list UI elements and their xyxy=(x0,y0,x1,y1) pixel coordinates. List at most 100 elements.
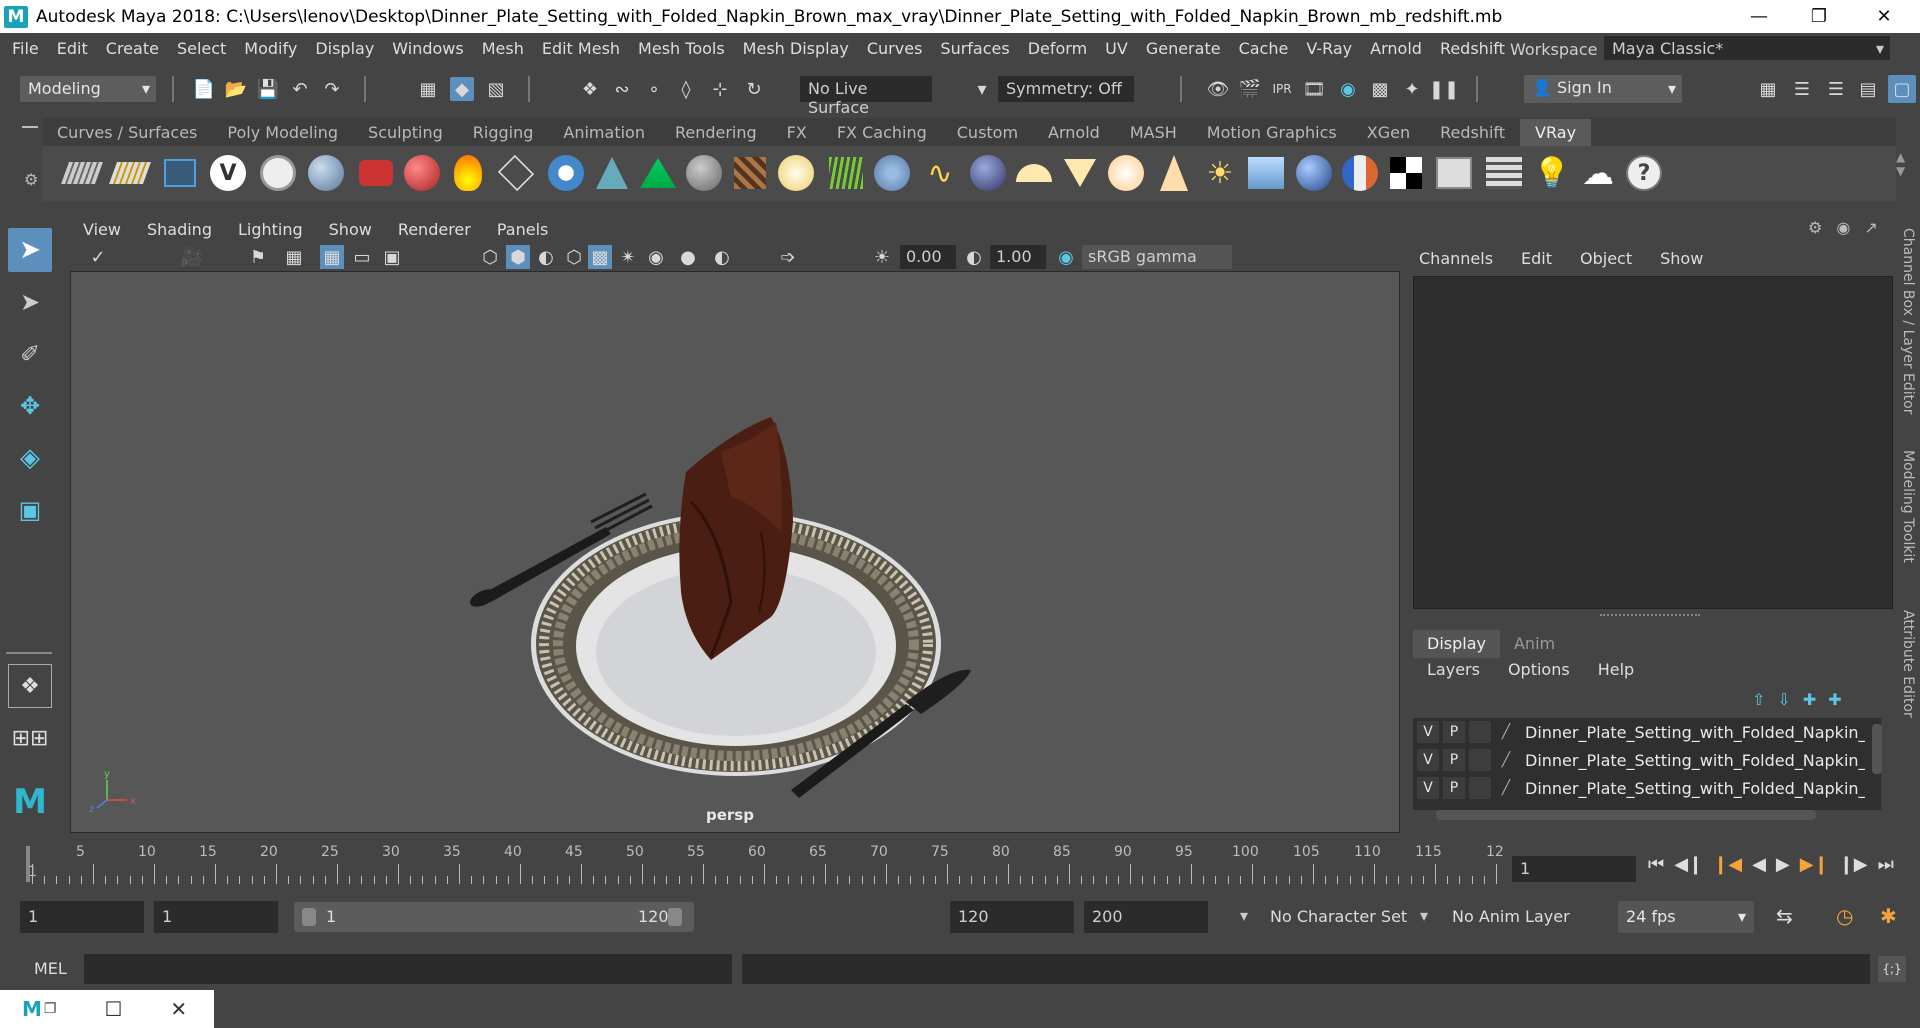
playback-start-field[interactable]: 1 xyxy=(154,901,278,933)
vray-checker-icon[interactable] xyxy=(1384,152,1428,194)
shelf-tab-arnold[interactable]: Arnold xyxy=(1033,119,1115,146)
color-management-icon[interactable]: ◉ xyxy=(1054,245,1078,269)
range-end-handle[interactable] xyxy=(668,908,682,926)
isolate-select-icon[interactable]: ● xyxy=(676,245,700,269)
wireframe-shaded-icon[interactable]: ⬡ xyxy=(478,245,502,269)
viewport-menu-shading[interactable]: Shading xyxy=(134,220,225,239)
layer-row[interactable]: V P ╱ Dinner_Plate_Setting_with_Folded_N… xyxy=(1413,718,1881,746)
vray-camera-icon[interactable] xyxy=(354,152,398,194)
wireframe-icon[interactable]: ▦ xyxy=(320,245,344,269)
save-scene-icon[interactable]: 💾 xyxy=(256,77,280,101)
minimize-button[interactable]: — xyxy=(1730,0,1788,33)
xray-icon[interactable]: ▩ xyxy=(588,245,612,269)
lasso-tool-icon[interactable]: ➤ xyxy=(8,280,52,324)
snap-point-icon[interactable]: ∘ xyxy=(642,77,666,101)
maya-m-icon[interactable]: M xyxy=(8,780,52,824)
select-hierarchy-icon[interactable]: ▦ xyxy=(416,77,440,101)
vray-frame-buffer-icon[interactable] xyxy=(158,152,202,194)
step-back-key-icon[interactable]: ❙◀ xyxy=(1713,854,1742,875)
menu-curves[interactable]: Curves xyxy=(858,39,932,58)
side-tab-attribute-editor[interactable]: Attribute Editor xyxy=(1900,610,1916,718)
layer-name[interactable]: Dinner_Plate_Setting_with_Folded_Napkin_… xyxy=(1525,779,1865,798)
vray-light-lister-icon[interactable]: 💡 xyxy=(1530,152,1574,194)
scale-tool-icon[interactable]: ▣ xyxy=(8,488,52,532)
select-tool-icon[interactable]: ➤ xyxy=(8,228,52,272)
light-editor-icon[interactable]: ✦ xyxy=(1400,77,1424,101)
move-layer-up-icon[interactable]: ⇧ xyxy=(1752,690,1765,709)
vray-sphere-fade-icon[interactable] xyxy=(682,152,726,194)
exposure-field[interactable]: 0.00 xyxy=(900,245,956,269)
vray-ipr-icon[interactable] xyxy=(108,152,152,194)
maximize-icon[interactable]: ☐ xyxy=(104,997,122,1021)
channel-box-menu-object[interactable]: Object xyxy=(1566,249,1646,268)
animation-start-field[interactable]: 1 xyxy=(20,901,144,933)
move-layer-down-icon[interactable]: ⇩ xyxy=(1777,690,1790,709)
pause-icon[interactable]: ❚❚ xyxy=(1429,77,1459,101)
menu-mesh[interactable]: Mesh xyxy=(473,39,533,58)
shelf-tab-fx-caching[interactable]: FX Caching xyxy=(822,119,942,146)
new-scene-icon[interactable]: 📄 xyxy=(192,77,216,101)
layer-editor-icon[interactable]: ▢ xyxy=(1888,75,1916,103)
hypershade-icon[interactable]: ◉ xyxy=(1336,77,1360,101)
step-back-icon[interactable]: ◀❙ xyxy=(1674,854,1703,875)
render-frame-icon[interactable]: 🎬 xyxy=(1238,77,1262,101)
menu-deform[interactable]: Deform xyxy=(1019,39,1096,58)
vray-light-dome-icon[interactable] xyxy=(304,152,348,194)
render-view-icon[interactable]: 👁 xyxy=(1206,77,1230,101)
grid-toggle-icon[interactable]: ▦ xyxy=(282,245,306,269)
loop-icon[interactable]: ⇆ xyxy=(1776,904,1793,928)
shelf-settings-icon[interactable]: ⚙ xyxy=(24,170,38,189)
layer-playback-toggle[interactable]: P xyxy=(1443,777,1465,799)
step-forward-key-icon[interactable]: ▶❙ xyxy=(1800,854,1829,875)
channel-box-menu-edit[interactable]: Edit xyxy=(1507,249,1566,268)
step-forward-icon[interactable]: ❙▶ xyxy=(1839,854,1868,875)
side-tab-modeling-toolkit[interactable]: Modeling Toolkit xyxy=(1900,450,1916,563)
channel-box-float-icon[interactable]: ↗ xyxy=(1864,218,1877,237)
animation-end-field[interactable]: 200 xyxy=(1084,901,1208,933)
character-set-value[interactable]: No Character Set xyxy=(1270,907,1407,926)
shadows-icon[interactable]: ✴ xyxy=(616,245,640,269)
snap-grid-icon[interactable]: ❖ xyxy=(578,77,602,101)
current-frame-field[interactable]: 1 xyxy=(1512,856,1636,882)
viewport-menu-renderer[interactable]: Renderer xyxy=(385,220,484,239)
ipr-render-icon[interactable]: IPR xyxy=(1270,77,1294,101)
vray-material-multi-icon[interactable] xyxy=(1338,152,1382,194)
modeling-toolkit-icon[interactable]: ▦ xyxy=(1756,77,1780,101)
attribute-editor-icon[interactable]: ☰ xyxy=(1790,77,1814,101)
gamma-field[interactable]: 1.00 xyxy=(990,245,1046,269)
vray-texture-icon[interactable] xyxy=(728,152,772,194)
smooth-shade-icon[interactable]: ⬢ xyxy=(506,245,530,269)
shelf-tab-mash[interactable]: MASH xyxy=(1115,119,1192,146)
four-view-layout-icon[interactable]: ⊞⊞ xyxy=(8,716,52,760)
layer-name[interactable]: Dinner_Plate_Setting_with_Folded_Napkin_… xyxy=(1525,751,1865,770)
vray-rect-light-icon[interactable] xyxy=(1244,152,1288,194)
undo-icon[interactable]: ↶ xyxy=(288,77,312,101)
new-layer-selected-icon[interactable]: ✚ xyxy=(1828,690,1841,709)
paint-select-tool-icon[interactable]: ✐ xyxy=(8,332,52,376)
tab-anim[interactable]: Anim xyxy=(1500,630,1569,658)
time-slider[interactable]: 1 5 10 15 20 25 30 35 40 45 50 55 60 65 … xyxy=(22,842,1504,884)
chevron-down-icon[interactable]: ▾ xyxy=(1420,906,1428,925)
layer-row[interactable]: V P ╱ Dinner_Plate_Setting_with_Folded_N… xyxy=(1413,774,1881,802)
menu-modify[interactable]: Modify xyxy=(235,39,306,58)
layer-display-type[interactable] xyxy=(1469,721,1491,743)
vray-material-icon[interactable] xyxy=(400,152,444,194)
rotate-tool-icon[interactable]: ◈ xyxy=(8,436,52,480)
select-camera-icon[interactable]: ✓ xyxy=(86,245,110,269)
menu-surfaces[interactable]: Surfaces xyxy=(931,39,1018,58)
vray-logo-icon[interactable]: V xyxy=(206,152,250,194)
shelf-tab-xgen[interactable]: XGen xyxy=(1352,119,1425,146)
shelf-tab-poly-modeling[interactable]: Poly Modeling xyxy=(212,119,353,146)
restore-icon[interactable]: ❐ xyxy=(44,1001,57,1017)
shelf-tab-fx[interactable]: FX xyxy=(772,119,822,146)
vray-render-icon[interactable] xyxy=(60,152,104,194)
tab-display[interactable]: Display xyxy=(1413,630,1500,658)
tool-settings-icon[interactable]: ☰ xyxy=(1824,77,1848,101)
layer-menu-options[interactable]: Options xyxy=(1494,658,1584,684)
select-component-icon[interactable]: ▧ xyxy=(484,77,508,101)
exposure-icon[interactable]: ☀ xyxy=(870,245,894,269)
viewport-menu-show[interactable]: Show xyxy=(316,220,385,239)
fps-dropdown[interactable]: 24 fps ▾ xyxy=(1618,901,1754,933)
menu-select[interactable]: Select xyxy=(168,39,235,58)
shelf-tab-rigging[interactable]: Rigging xyxy=(458,119,549,146)
